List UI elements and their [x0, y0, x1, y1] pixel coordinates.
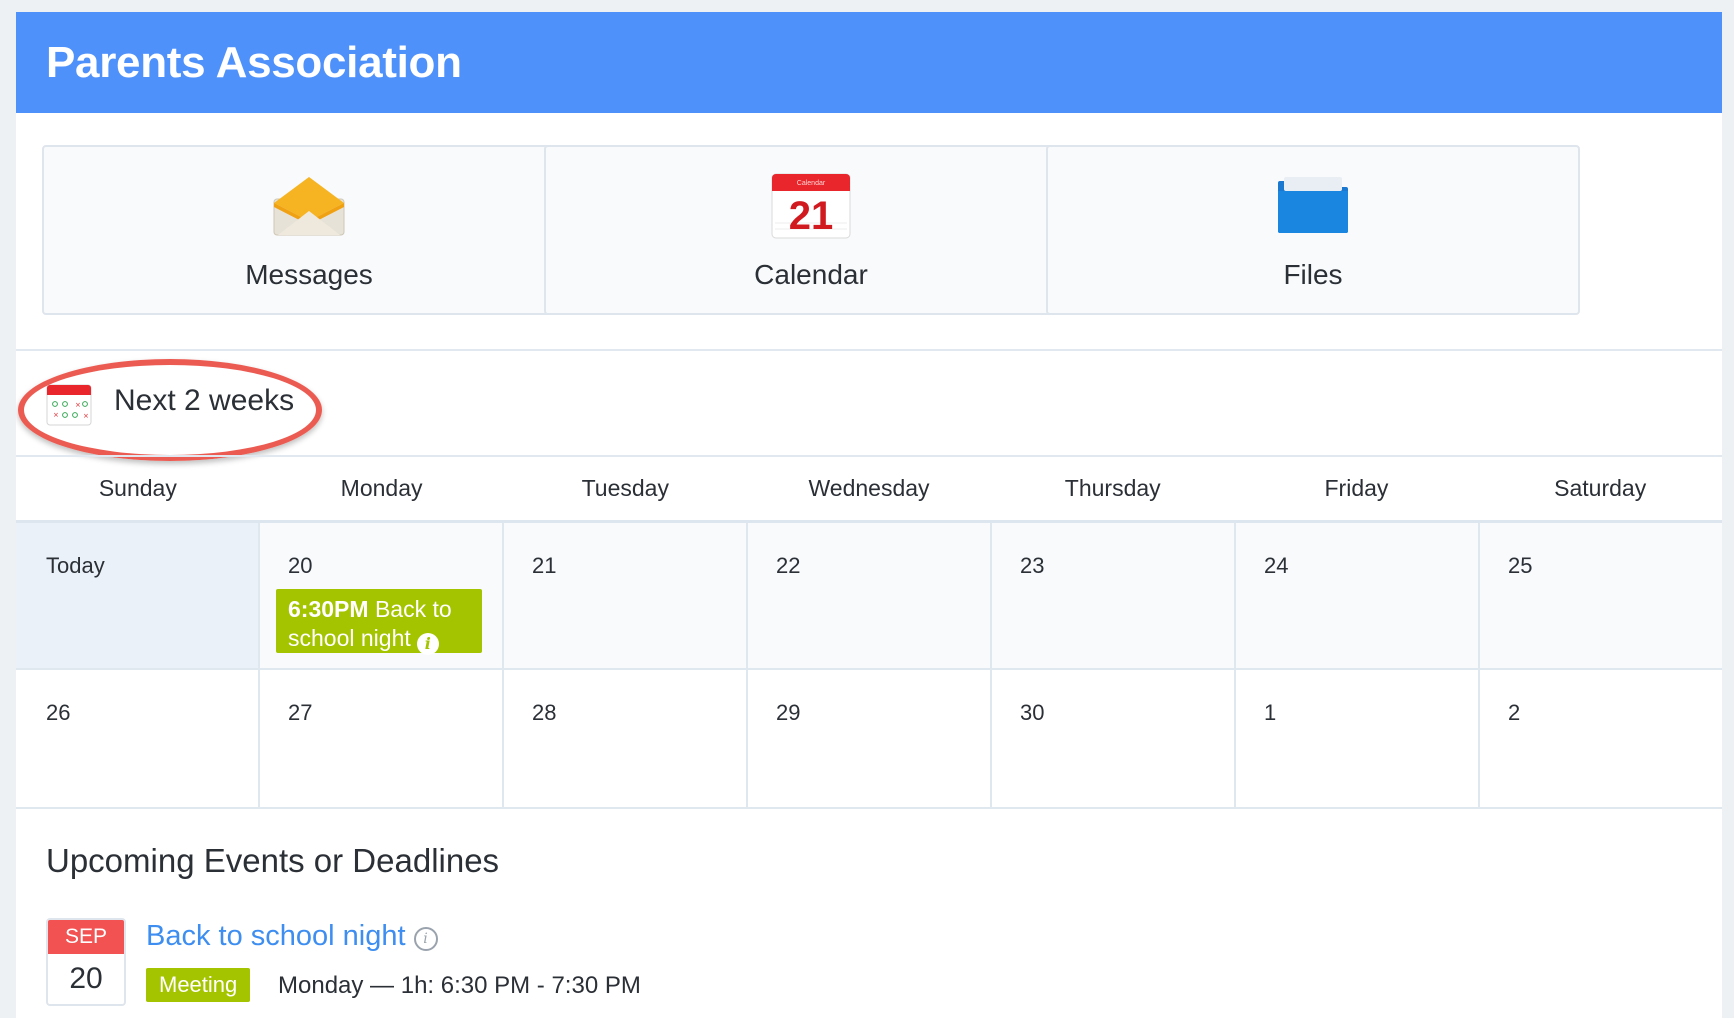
calendar-day-cell[interactable]: Today	[16, 523, 260, 668]
calendar-label: Calendar	[754, 259, 868, 290]
weekday-wednesday: Wednesday	[808, 475, 930, 501]
app-tiles: Messages Calendar 21 Calendar Files	[16, 113, 1722, 349]
weekday-sunday: Sunday	[98, 475, 177, 501]
weekday-header: Sunday Monday Tuesday Wednesday Thursday…	[16, 456, 1722, 520]
day-number: 29	[776, 700, 801, 725]
files-tile[interactable]: Files	[1046, 145, 1580, 315]
weekday-saturday: Saturday	[1554, 475, 1647, 501]
calendar-icon-caption: Calendar	[797, 180, 826, 187]
calendar-day-cell[interactable]: 22	[748, 523, 992, 668]
info-icon[interactable]: i	[413, 927, 438, 951]
weekday-tuesday: Tuesday	[581, 475, 669, 501]
files-label: Files	[1283, 259, 1343, 290]
day-number: 26	[46, 700, 71, 725]
event-day: 20	[69, 962, 103, 995]
event-category-badge: Meeting	[146, 968, 251, 1002]
day-number: 22	[776, 553, 801, 578]
day-number: 23	[1020, 553, 1045, 578]
calendar-week-row: Today 20 6:30PM Back to school night i 21…	[16, 523, 1722, 670]
calendar-day-cell[interactable]: 20 6:30PM Back to school night i	[260, 523, 504, 668]
upcoming-event-title: Back to school night	[146, 920, 406, 952]
folder-icon	[1276, 173, 1350, 240]
weekday-thursday: Thursday	[1064, 475, 1161, 501]
calendar-day-cell[interactable]: 25	[1480, 523, 1722, 668]
calendar-day-cell[interactable]: 21	[504, 523, 748, 668]
event-date-badge: SEP 20	[46, 918, 126, 1006]
next-2-weeks-section[interactable]: × × × Next 2 weeks	[16, 350, 616, 461]
calendar-day-cell[interactable]: 30	[992, 670, 1236, 807]
day-number: Today	[46, 553, 105, 578]
calendar-day-cell[interactable]: 26	[16, 670, 260, 807]
calendar-day-cell[interactable]: 28	[504, 670, 748, 807]
calendar-day-cell[interactable]: 24	[1236, 523, 1480, 668]
messages-label: Messages	[245, 259, 373, 290]
weekday-friday: Friday	[1324, 475, 1389, 501]
calendar-day-cell[interactable]: 29	[748, 670, 992, 807]
info-icon[interactable]: i	[416, 633, 439, 655]
envelope-icon	[272, 173, 346, 242]
weekday-monday: Monday	[340, 475, 423, 501]
calendar-icon: Calendar 21	[771, 173, 851, 244]
day-number: 1	[1264, 700, 1277, 725]
calendar-tile[interactable]: Calendar 21 Calendar	[544, 145, 1078, 315]
day-number: 27	[288, 700, 313, 725]
page-title: Parents Association	[46, 37, 462, 87]
calendar-day-cell[interactable]: 27	[260, 670, 504, 807]
calendar-week-row: 26 27 28 29 30 1 2	[16, 670, 1722, 809]
event-time-range: Monday — 1h: 6:30 PM - 7:30 PM	[278, 972, 641, 999]
calendar-day-cell[interactable]: 2	[1480, 670, 1722, 807]
day-number: 21	[532, 553, 557, 578]
day-number: 2	[1508, 700, 1521, 725]
day-number: 20	[288, 553, 313, 578]
upcoming-event-link[interactable]: Back to school night i	[146, 920, 438, 953]
calendar-icon-day: 21	[789, 194, 834, 238]
day-number: 24	[1264, 553, 1289, 578]
day-number: 30	[1020, 700, 1045, 725]
upcoming-heading: Upcoming Events or Deadlines	[46, 842, 500, 879]
page-header: Parents Association	[16, 12, 1722, 113]
calendar-day-cell[interactable]: 1	[1236, 670, 1480, 807]
highlight-annotation	[18, 359, 322, 461]
day-number: 28	[532, 700, 557, 725]
two-week-calendar: Today 20 6:30PM Back to school night i 21…	[16, 523, 1722, 809]
day-number: 25	[1508, 553, 1533, 578]
event-month: SEP	[48, 920, 124, 954]
messages-tile[interactable]: Messages	[42, 145, 576, 315]
calendar-day-cell[interactable]: 23	[992, 523, 1236, 668]
calendar-event[interactable]: 6:30PM Back to school night i	[276, 589, 482, 655]
event-time: 6:30PM	[288, 596, 369, 622]
main-panel: Parents Association Messages Calendar 21…	[16, 12, 1722, 1018]
